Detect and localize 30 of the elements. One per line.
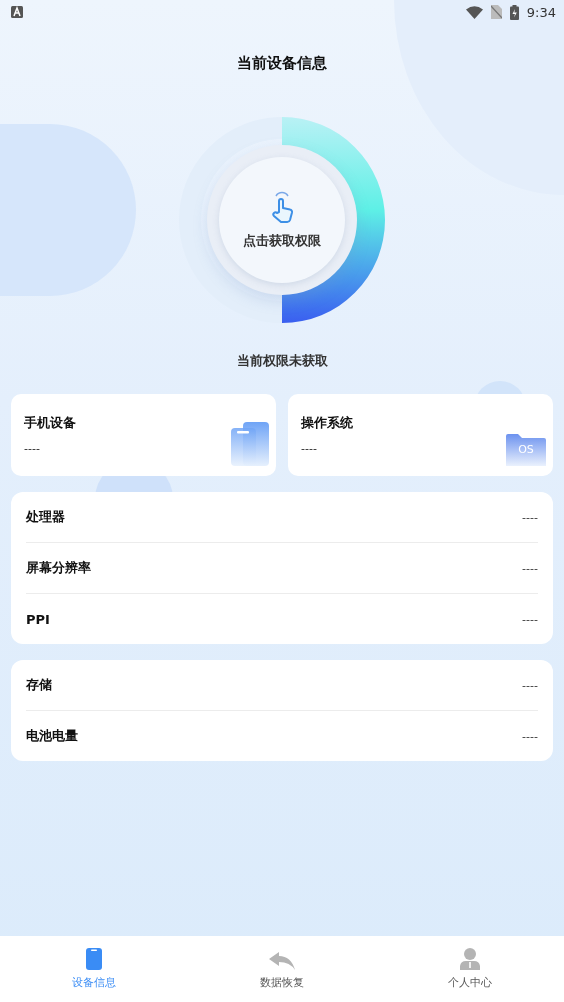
notification-icon bbox=[11, 6, 23, 18]
nav-tab[interactable]: 设备信息 bbox=[0, 936, 188, 1002]
battery-icon bbox=[509, 4, 519, 20]
person-icon bbox=[460, 948, 480, 970]
row-label: 屏幕分辨率 bbox=[26, 559, 91, 577]
row-label: PPI bbox=[26, 611, 50, 627]
row-value: ---- bbox=[522, 729, 538, 743]
nav-tab[interactable]: 个人中心 bbox=[376, 936, 564, 1002]
nav-tab[interactable]: 数据恢复 bbox=[188, 936, 376, 1002]
row-value: ---- bbox=[522, 510, 538, 524]
phone-icon bbox=[86, 948, 102, 970]
permission-status: 当前权限未获取 bbox=[236, 352, 328, 370]
status-time: 9:34 bbox=[526, 4, 556, 20]
wifi-icon bbox=[465, 5, 483, 19]
card-label: 操作系统 bbox=[301, 414, 354, 432]
row-value: ---- bbox=[522, 612, 538, 626]
row-value: ---- bbox=[522, 561, 538, 575]
row-label: 电池电量 bbox=[26, 727, 78, 745]
card-value: ---- bbox=[24, 442, 40, 455]
phones-icon bbox=[231, 422, 269, 466]
row-label: 存储 bbox=[26, 676, 52, 694]
os-folder-icon: OS bbox=[506, 434, 546, 466]
row-value: ---- bbox=[522, 678, 538, 692]
row-label: 处理器 bbox=[26, 508, 65, 526]
undo-arrow-icon bbox=[269, 952, 295, 970]
no-sim-icon bbox=[490, 5, 502, 19]
tap-icon bbox=[269, 190, 295, 224]
card-label: 手机设备 bbox=[24, 414, 77, 432]
card-value: ---- bbox=[301, 442, 317, 455]
page-title: 当前设备信息 bbox=[237, 54, 327, 72]
